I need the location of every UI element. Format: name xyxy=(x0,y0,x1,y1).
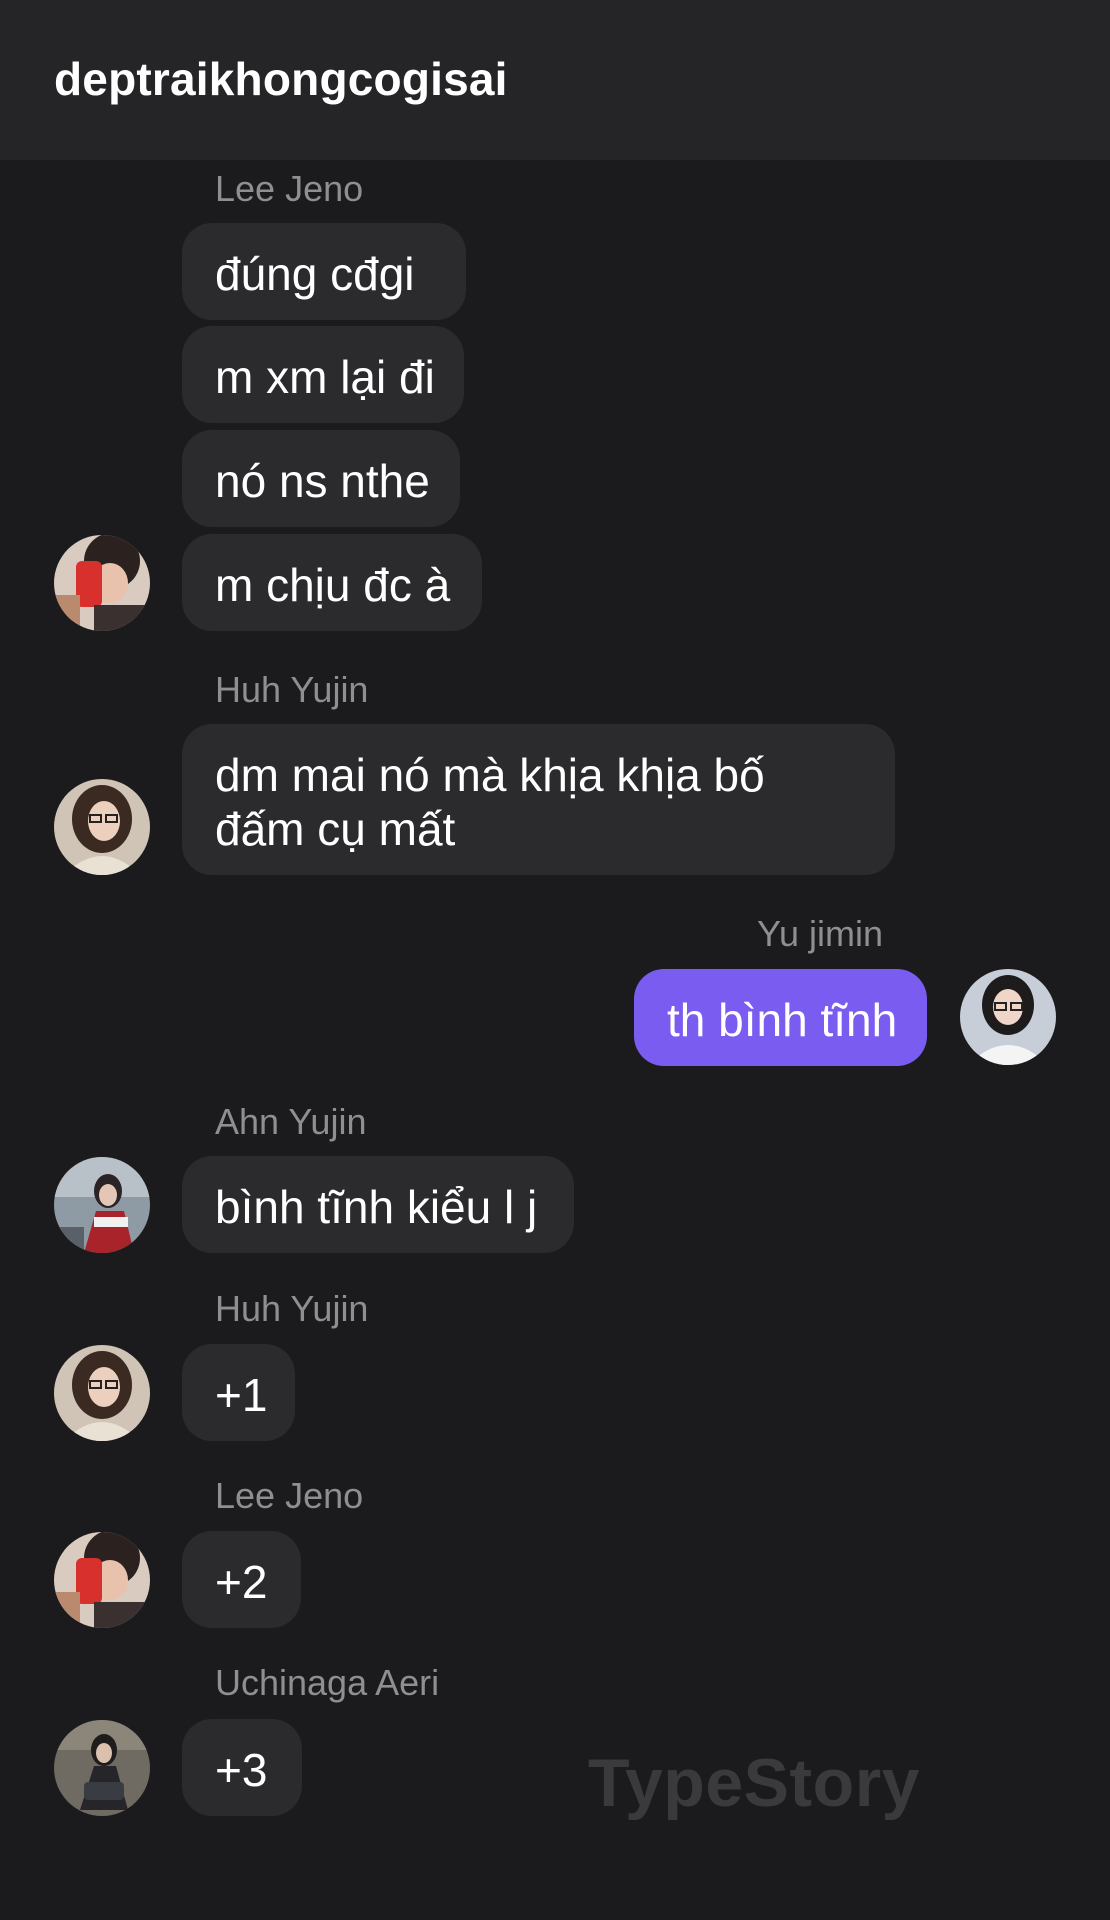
sender-name: Huh Yujin xyxy=(215,1288,369,1329)
message-bubble[interactable]: +2 xyxy=(182,1531,301,1628)
avatar-photo-icon xyxy=(54,535,150,631)
avatar[interactable] xyxy=(54,1157,150,1253)
sender-name: Huh Yujin xyxy=(215,669,369,710)
message-bubble[interactable]: đúng cđgi xyxy=(182,223,466,320)
avatar-photo-icon xyxy=(54,1345,150,1441)
sender-name: Lee Jeno xyxy=(215,1475,364,1516)
avatar[interactable] xyxy=(54,1532,150,1628)
avatar-photo-icon xyxy=(54,779,150,875)
sender-name: Ahn Yujin xyxy=(215,1101,367,1142)
avatar-photo-icon xyxy=(54,1157,150,1253)
sender-name: Lee Jeno xyxy=(215,168,364,209)
avatar[interactable] xyxy=(960,969,1056,1065)
message-bubble[interactable]: +3 xyxy=(182,1719,302,1816)
avatar[interactable] xyxy=(54,1720,150,1816)
message-bubble[interactable]: +1 xyxy=(182,1344,295,1441)
avatar[interactable] xyxy=(54,1345,150,1441)
avatar[interactable] xyxy=(54,779,150,875)
chat-header: deptraikhongcogisai xyxy=(0,0,1110,160)
message-bubble[interactable]: m chịu đc à xyxy=(182,534,482,631)
sender-name: Uchinaga Aeri xyxy=(215,1662,440,1703)
chat-title: deptraikhongcogisai xyxy=(54,53,508,105)
sender-name: Yu jimin xyxy=(757,913,884,954)
watermark-logo: TypeStory xyxy=(588,1745,920,1821)
avatar-photo-icon xyxy=(54,1720,150,1816)
message-bubble[interactable]: dm mai nó mà khịa khịa bố đấm cụ mất xyxy=(182,724,895,875)
message-bubble-mine[interactable]: th bình tĩnh xyxy=(634,969,927,1066)
message-bubble[interactable]: m xm lại đi xyxy=(182,326,464,423)
message-bubble[interactable]: bình tĩnh kiểu l j xyxy=(182,1156,574,1253)
avatar-photo-icon xyxy=(54,1532,150,1628)
avatar[interactable] xyxy=(54,535,150,631)
message-bubble[interactable]: nó ns nthe xyxy=(182,430,460,527)
avatar-photo-icon xyxy=(960,969,1056,1065)
